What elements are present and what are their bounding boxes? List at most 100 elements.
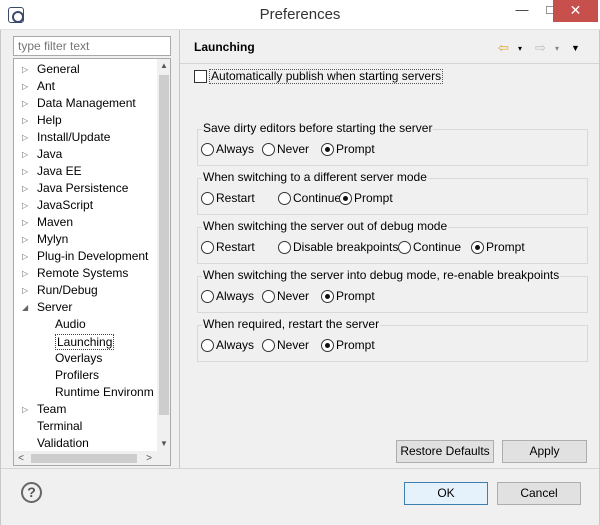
tree-item[interactable]: Overlays <box>14 350 156 367</box>
scroll-right-arrow-icon[interactable]: > <box>142 451 156 465</box>
tree-item-label[interactable]: Ant <box>37 78 55 95</box>
tree-item-label[interactable]: Overlays <box>55 350 102 367</box>
radio-button[interactable] <box>278 192 291 205</box>
radio-label[interactable]: Prompt <box>486 240 525 255</box>
radio-button[interactable] <box>201 241 214 254</box>
radio-label[interactable]: Never <box>277 338 309 353</box>
tree-item[interactable]: ▷ Java Persistence <box>14 180 156 197</box>
back-arrow-icon[interactable]: ⇦ <box>498 40 509 56</box>
tree-item[interactable]: ▷ General <box>14 61 156 78</box>
expand-arrow-icon[interactable]: ▷ <box>22 214 28 231</box>
radio-label[interactable]: Always <box>216 289 254 304</box>
radio-button[interactable] <box>278 241 291 254</box>
radio-button[interactable] <box>201 339 214 352</box>
radio-button[interactable] <box>321 339 334 352</box>
radio-label[interactable]: Disable breakpoints <box>293 240 398 255</box>
tree-item-label[interactable]: Terminal <box>37 418 82 435</box>
expand-arrow-icon[interactable]: ▷ <box>22 197 28 214</box>
restore-defaults-button[interactable]: Restore Defaults <box>396 440 494 463</box>
expand-arrow-icon[interactable]: ▷ <box>22 112 28 129</box>
tree-item-label[interactable]: Plug-in Development <box>37 248 148 265</box>
tree-item[interactable]: ▷ Java EE <box>14 163 156 180</box>
tree-item[interactable]: Launching <box>14 333 156 350</box>
radio-button[interactable] <box>339 192 352 205</box>
tree-item-label[interactable]: Server <box>37 299 72 316</box>
filter-input[interactable] <box>13 36 171 56</box>
tree-item-label[interactable]: Profilers <box>55 367 99 384</box>
tree-item-label[interactable]: Maven <box>37 214 73 231</box>
radio-label[interactable]: Prompt <box>336 338 375 353</box>
expand-arrow-icon[interactable]: ▷ <box>22 231 28 248</box>
cancel-button[interactable]: Cancel <box>497 482 581 505</box>
tree-item[interactable]: ▷ Ant <box>14 78 156 95</box>
tree-item-label[interactable]: Launching <box>55 334 115 350</box>
tree-item[interactable]: Terminal <box>14 418 156 435</box>
tree-item[interactable]: Audio <box>14 316 156 333</box>
radio-label[interactable]: Continue <box>293 191 341 206</box>
radio-button[interactable] <box>262 290 275 303</box>
tree-item[interactable]: ◢ Server <box>14 299 156 316</box>
tree-item-label[interactable]: General <box>37 61 80 78</box>
tree-item[interactable]: Profilers <box>14 367 156 384</box>
back-dropdown-icon[interactable]: ▾ <box>518 44 522 53</box>
expand-arrow-icon[interactable]: ▷ <box>22 61 28 78</box>
auto-publish-label[interactable]: Automatically publish when starting serv… <box>209 69 444 84</box>
radio-button[interactable] <box>201 143 214 156</box>
radio-label[interactable]: Prompt <box>354 191 393 206</box>
expand-arrow-icon[interactable]: ▷ <box>22 180 28 197</box>
tree-item[interactable]: ▷ Remote Systems <box>14 265 156 282</box>
tree-item[interactable]: Runtime Environm <box>14 384 156 401</box>
horizontal-scroll-thumb[interactable] <box>31 454 137 463</box>
radio-label[interactable]: Never <box>277 142 309 157</box>
scroll-down-arrow-icon[interactable]: ▼ <box>157 437 170 451</box>
radio-button[interactable] <box>262 143 275 156</box>
radio-label[interactable]: Never <box>277 289 309 304</box>
radio-button[interactable] <box>321 143 334 156</box>
radio-label[interactable]: Always <box>216 142 254 157</box>
minimize-button[interactable]: — <box>508 0 536 22</box>
forward-arrow-icon[interactable]: ⇨ <box>535 40 546 56</box>
radio-label[interactable]: Restart <box>216 191 255 206</box>
scroll-up-arrow-icon[interactable]: ▲ <box>157 59 170 73</box>
tree-item[interactable]: ▷ Java <box>14 146 156 163</box>
ok-button[interactable]: OK <box>404 482 488 505</box>
close-button[interactable]: ✕ <box>553 0 598 22</box>
tree-item-label[interactable]: Remote Systems <box>37 265 128 282</box>
expand-arrow-icon[interactable]: ▷ <box>22 95 28 112</box>
tree-item-label[interactable]: Audio <box>55 316 86 333</box>
tree-item-label[interactable]: Runtime Environm <box>55 384 154 401</box>
expand-arrow-icon[interactable]: ▷ <box>22 129 28 146</box>
tree-item[interactable]: ▷ Plug-in Development <box>14 248 156 265</box>
tree-horizontal-scrollbar[interactable]: < > <box>14 451 170 465</box>
vertical-scroll-thumb[interactable] <box>159 75 169 415</box>
scroll-left-arrow-icon[interactable]: < <box>14 451 28 465</box>
tree-vertical-scrollbar[interactable]: ▲ ▼ <box>157 59 170 451</box>
radio-button[interactable] <box>398 241 411 254</box>
tree-item[interactable]: ▷ Maven <box>14 214 156 231</box>
tree-item[interactable]: ▷ Data Management <box>14 95 156 112</box>
tree-item-label[interactable]: Team <box>37 401 66 418</box>
tree-item-label[interactable]: Install/Update <box>37 129 110 146</box>
tree-item[interactable]: ▷ Install/Update <box>14 129 156 146</box>
tree-item-label[interactable]: Mylyn <box>37 231 68 248</box>
apply-button[interactable]: Apply <box>502 440 587 463</box>
radio-label[interactable]: Continue <box>413 240 461 255</box>
tree-item[interactable]: ▷ Mylyn <box>14 231 156 248</box>
checkbox-box[interactable] <box>194 70 207 83</box>
tree-item-label[interactable]: JavaScript <box>37 197 93 214</box>
tree-item-label[interactable]: Validation <box>37 435 89 452</box>
radio-button[interactable] <box>201 192 214 205</box>
radio-button[interactable] <box>262 339 275 352</box>
radio-label[interactable]: Restart <box>216 240 255 255</box>
tree-item-label[interactable]: Java Persistence <box>37 180 128 197</box>
tree-item-label[interactable]: Help <box>37 112 62 129</box>
tree-item[interactable]: ▷ JavaScript <box>14 197 156 214</box>
tree-item-label[interactable]: Java <box>37 146 62 163</box>
radio-button[interactable] <box>201 290 214 303</box>
forward-dropdown-icon[interactable]: ▾ <box>555 44 559 53</box>
expand-arrow-icon[interactable]: ▷ <box>22 146 28 163</box>
tree-item[interactable]: ▷ Team <box>14 401 156 418</box>
tree-item[interactable]: ▷ Run/Debug <box>14 282 156 299</box>
collapse-arrow-icon[interactable]: ◢ <box>22 299 28 316</box>
radio-button[interactable] <box>321 290 334 303</box>
